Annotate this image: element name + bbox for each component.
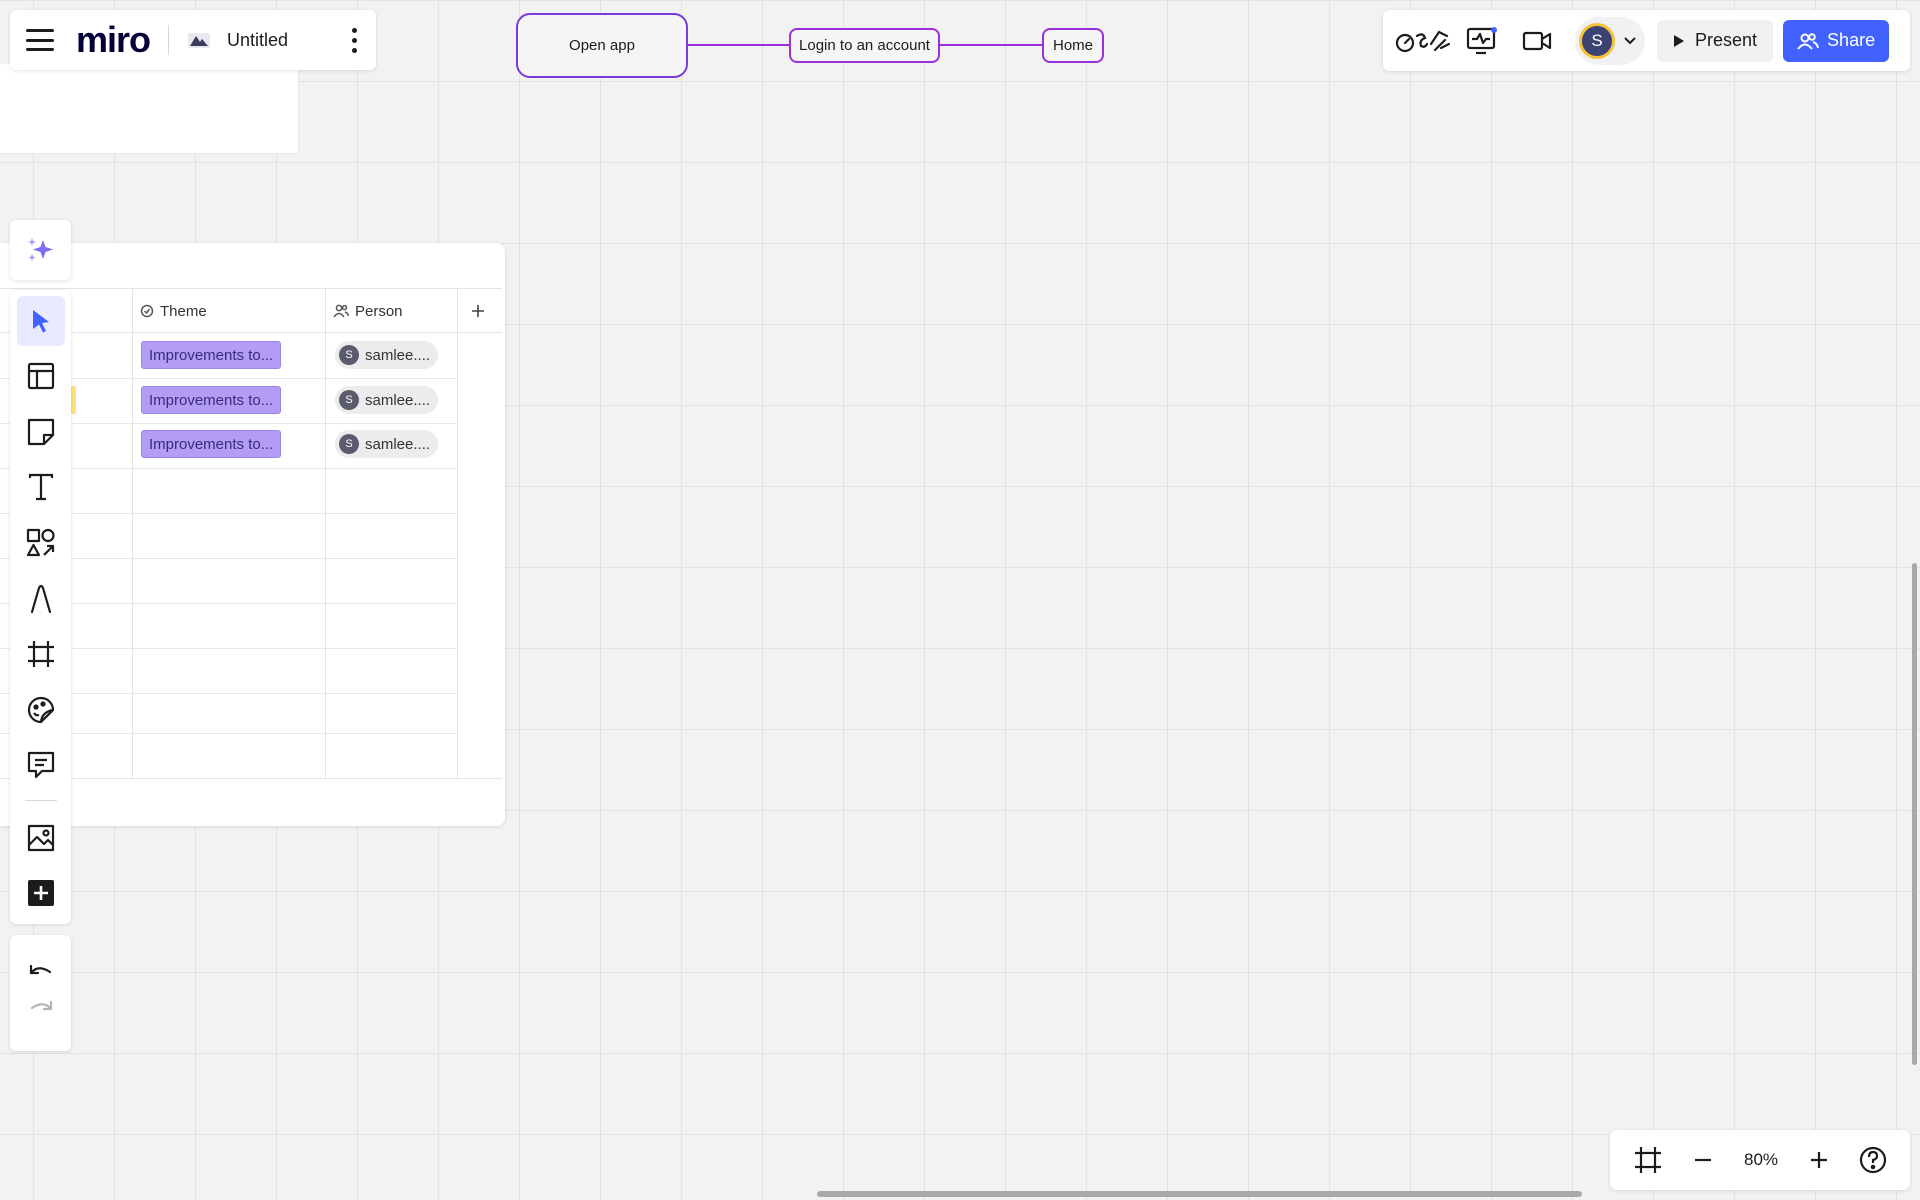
board-frame-fragment: [0, 64, 299, 154]
avatar: S: [339, 345, 359, 365]
zoom-out-icon[interactable]: [1692, 1149, 1714, 1171]
user-menu[interactable]: S: [1575, 16, 1645, 65]
column-divider: [457, 288, 458, 778]
pen-icon: [30, 584, 51, 613]
image-icon: [27, 824, 54, 851]
share-label: Share: [1827, 30, 1876, 50]
avatar: S: [339, 390, 359, 410]
cursor-icon: [32, 309, 49, 333]
stickers-tool[interactable]: [17, 685, 65, 735]
more-apps-tool[interactable]: [17, 868, 65, 918]
person-chip[interactable]: S samlee....: [335, 386, 439, 414]
table-widget[interactable]: y Theme Person Improvements to... S saml…: [0, 243, 505, 826]
status-icon: [140, 304, 154, 318]
chevron-down-icon: [1624, 36, 1636, 44]
theme-tag[interactable]: Improvements to...: [141, 430, 282, 458]
add-column-button[interactable]: [470, 289, 486, 333]
select-tool[interactable]: [16, 296, 65, 346]
frame-tool[interactable]: [17, 629, 65, 679]
more-options-icon[interactable]: [352, 27, 358, 53]
help-icon[interactable]: [1859, 1146, 1887, 1174]
comment-icon: [27, 752, 54, 779]
column-divider: [325, 288, 326, 778]
undo-icon[interactable]: [28, 964, 54, 986]
divider: [168, 25, 170, 55]
toolbar-divider: [24, 799, 57, 801]
add-apps-icon: [27, 880, 54, 907]
zoom-in-icon[interactable]: [1808, 1149, 1830, 1171]
column-header-theme[interactable]: Theme: [140, 289, 207, 333]
column-header-person[interactable]: Person: [333, 289, 403, 333]
activity-icon[interactable]: [1461, 21, 1501, 61]
frame-icon: [27, 641, 54, 668]
table-header: y Theme Person: [0, 288, 502, 333]
shapes-tool[interactable]: [17, 518, 65, 568]
person-name: samlee....: [365, 435, 431, 453]
fit-to-screen-icon[interactable]: [1633, 1145, 1663, 1175]
redo-icon[interactable]: [28, 1000, 54, 1022]
text-icon: [28, 474, 53, 501]
sparkle-icon[interactable]: [26, 236, 56, 264]
comment-tool[interactable]: [17, 740, 65, 790]
share-button[interactable]: Share: [1783, 19, 1890, 62]
plus-icon: [472, 305, 484, 317]
shapes-icon: [26, 528, 55, 557]
table-footer-divider: [0, 778, 502, 779]
upload-tool[interactable]: [17, 813, 65, 863]
person-name: samlee....: [365, 391, 431, 409]
board-icon[interactable]: [187, 30, 211, 50]
reactions-icon[interactable]: [1395, 21, 1453, 61]
templates-tool[interactable]: [17, 352, 65, 402]
creation-toolbar: [10, 290, 71, 924]
people-icon: [333, 304, 349, 318]
sticker-icon: [27, 696, 54, 723]
pen-tool[interactable]: [17, 574, 65, 624]
templates-icon: [27, 363, 54, 390]
users-icon: [1797, 32, 1820, 50]
present-label: Present: [1695, 30, 1758, 50]
video-call-icon[interactable]: [1517, 21, 1557, 61]
miro-logo: miro: [76, 19, 151, 60]
text-tool[interactable]: [17, 463, 65, 513]
flow-node-login[interactable]: Login to an account: [789, 28, 940, 63]
horizontal-scrollbar[interactable]: [817, 1191, 1582, 1197]
main-menu-icon[interactable]: [26, 29, 54, 51]
sticky-note-tool[interactable]: [17, 407, 65, 457]
column-label: Person: [355, 302, 403, 320]
avatar: S: [339, 434, 359, 454]
column-divider: [132, 288, 133, 778]
avatar: S: [1579, 22, 1615, 59]
vertical-scrollbar[interactable]: [1912, 563, 1917, 1065]
collaboration-toolbar: S Present Share: [1383, 10, 1910, 71]
theme-tag[interactable]: Improvements to...: [141, 341, 282, 369]
person-name: samlee....: [365, 346, 431, 364]
play-icon: [1674, 34, 1684, 47]
zoom-controls: 80%: [1610, 1130, 1910, 1190]
board-title[interactable]: Untitled: [227, 30, 288, 51]
theme-tag[interactable]: Improvements to...: [141, 386, 282, 414]
column-label: Theme: [160, 302, 207, 320]
sticky-note-icon: [27, 418, 54, 445]
person-chip[interactable]: S samlee....: [335, 341, 439, 369]
person-chip[interactable]: S samlee....: [335, 430, 439, 458]
zoom-level[interactable]: 80%: [1744, 1150, 1778, 1170]
flow-node-home[interactable]: Home: [1042, 28, 1104, 63]
board-header: miro Untitled: [10, 10, 376, 70]
notification-dot: [1491, 26, 1497, 33]
history-panel: [10, 935, 71, 1051]
present-button[interactable]: Present: [1657, 19, 1774, 62]
flow-node-open-app[interactable]: Open app: [516, 13, 688, 78]
ai-assist-panel: [10, 220, 71, 280]
